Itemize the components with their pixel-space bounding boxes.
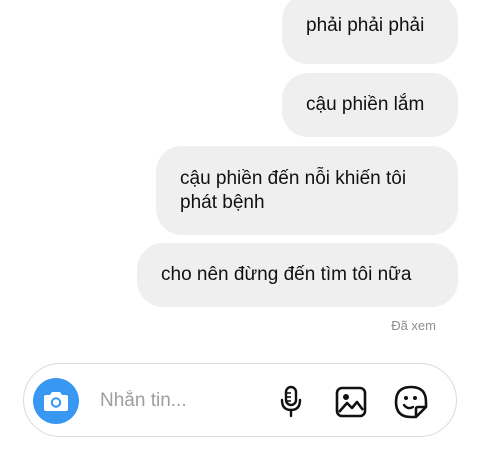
message-bubble[interactable]: cậu phiền đến nỗi khiến tôi phát bệnh: [156, 146, 458, 235]
message-text: cho nên đừng đến tìm tôi nữa: [161, 264, 412, 285]
gallery-button[interactable]: [334, 385, 368, 419]
message-text: cậu phiền lắm: [306, 94, 425, 115]
message-text: phải phải phải: [306, 15, 425, 36]
message-bubble[interactable]: phải phải phải: [282, 0, 458, 64]
message-bubble[interactable]: cho nên đừng đến tìm tôi nữa: [137, 243, 458, 307]
sticker-icon: [394, 385, 428, 419]
sticker-button[interactable]: [394, 385, 428, 419]
message-input[interactable]: [100, 388, 260, 414]
seen-status: Đã xem: [391, 318, 436, 333]
message-text: cậu phiền đến nỗi khiến tôi phát bệnh: [180, 168, 407, 213]
camera-button[interactable]: [33, 378, 79, 424]
message-bubble[interactable]: cậu phiền lắm: [282, 73, 458, 137]
image-gallery-icon: [335, 386, 367, 418]
camera-icon: [44, 392, 68, 411]
message-composer: [23, 363, 457, 437]
microphone-icon: [280, 385, 302, 418]
microphone-button[interactable]: [274, 385, 308, 419]
